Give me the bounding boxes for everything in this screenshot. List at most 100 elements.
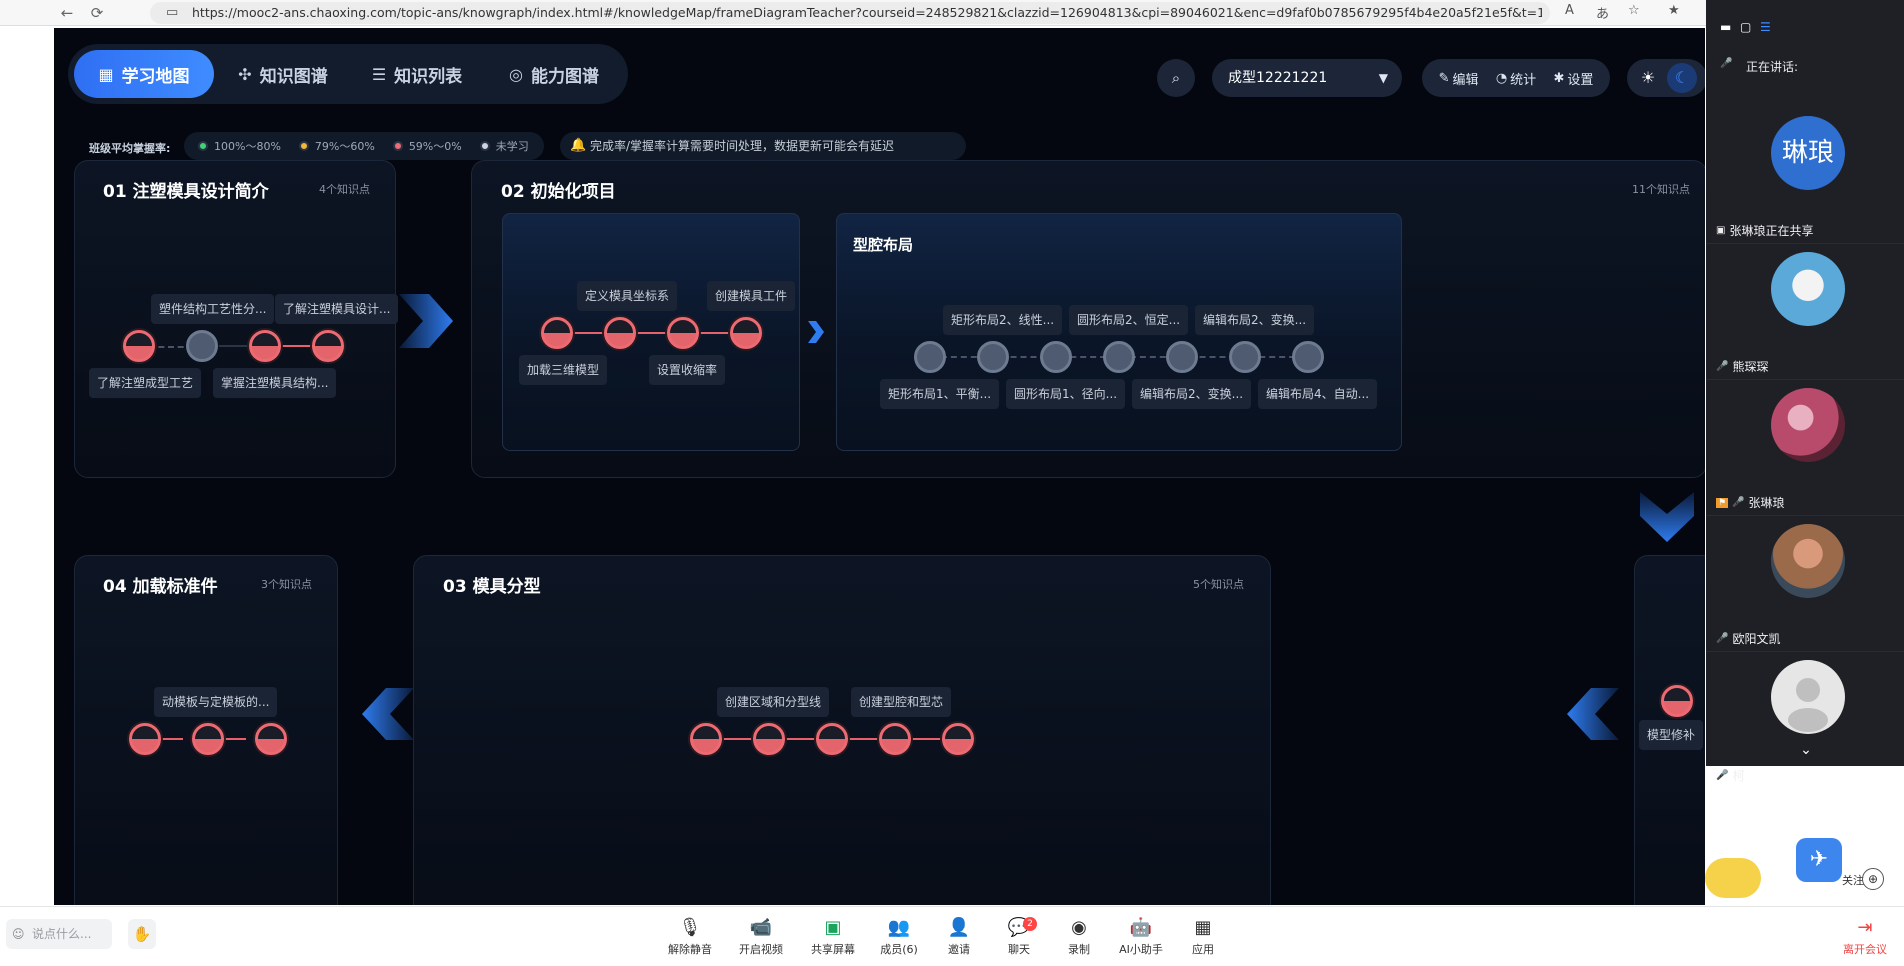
- knowledge-node[interactable]: [690, 723, 722, 755]
- knowledge-node[interactable]: [667, 317, 699, 349]
- knowledge-node[interactable]: [312, 330, 344, 362]
- raise-hand-button[interactable]: ✋: [128, 919, 156, 949]
- knowledge-node[interactable]: [255, 723, 287, 755]
- knowledge-node[interactable]: [123, 330, 155, 362]
- node-label[interactable]: 圆形布局1、径向...: [1006, 379, 1126, 409]
- node-label[interactable]: 矩形布局2、线性...: [943, 305, 1063, 335]
- screen-share-icon: ▣: [1716, 225, 1726, 236]
- minimize-icon[interactable]: ▬: [1720, 20, 1734, 34]
- participant-tile[interactable]: 🎤 欧阳文凯: [1706, 516, 1904, 652]
- knowledge-node[interactable]: [249, 330, 281, 362]
- settings-button[interactable]: ✱ 设置: [1553, 69, 1593, 88]
- node-label[interactable]: 编辑布局2、变换...: [1132, 379, 1252, 409]
- layout-list-icon[interactable]: ☰: [1760, 20, 1774, 34]
- knowledge-node[interactable]: [186, 330, 218, 362]
- avatar: 琳琅: [1771, 116, 1845, 190]
- participant-tile[interactable]: 🎤 熊琛琛: [1706, 244, 1904, 380]
- knowledge-node[interactable]: [1103, 341, 1135, 373]
- node-label[interactable]: 模型修补: [1639, 720, 1704, 750]
- knowledge-node[interactable]: [541, 317, 573, 349]
- chat-button[interactable]: 💬 2 聊天: [989, 915, 1049, 963]
- address-bar[interactable]: ▭ https://mooc2-ans.chaoxing.com/topic-a…: [150, 2, 1550, 24]
- stats-button[interactable]: ◔ 统计: [1496, 69, 1536, 88]
- knowledge-node[interactable]: [977, 341, 1009, 373]
- knowledge-node[interactable]: [879, 723, 911, 755]
- start-video-button[interactable]: 📹 开启视频: [731, 915, 791, 963]
- participant-tile[interactable]: 琳琅 ▣ 张琳琅正在共享: [1706, 108, 1904, 244]
- knowledge-group[interactable]: 定义模具坐标系 创建模具工件 加载三维模型 设置收缩率: [502, 213, 800, 451]
- node-label[interactable]: 创建区域和分型线: [717, 687, 830, 717]
- apps-button[interactable]: ▦ 应用: [1173, 915, 1233, 963]
- node-label[interactable]: 动模板与定模板的...: [154, 687, 278, 717]
- node-label[interactable]: 创建型腔和型芯: [851, 687, 952, 717]
- node-label[interactable]: 编辑布局2、变换...: [1195, 305, 1315, 335]
- members-button[interactable]: 👥 成员(6): [869, 915, 929, 963]
- moon-icon[interactable]: ☾: [1667, 63, 1697, 93]
- button-label: 邀请: [948, 943, 970, 956]
- node-label[interactable]: 定义模具坐标系: [577, 281, 678, 311]
- record-button[interactable]: ◉ 录制: [1049, 915, 1109, 963]
- knowledge-group-cavity-layout[interactable]: 型腔布局 矩形布局2、线性... 圆形布局2、恒定... 编辑布局2、变换...…: [836, 213, 1402, 451]
- knowledge-node[interactable]: [942, 723, 974, 755]
- ai-mascot-icon[interactable]: [1705, 858, 1761, 898]
- node-label[interactable]: 了解注塑模具设计...: [275, 294, 399, 324]
- knowledge-map-app: ▦ 学习地图 ✣ 知识图谱 ☰ 知识列表 ◎ 能力图谱 ⌕ 成型12221221…: [54, 28, 1705, 905]
- share-screen-button[interactable]: ▣ 共享屏幕: [803, 915, 863, 963]
- knowledge-node[interactable]: [816, 723, 848, 755]
- knowledge-node[interactable]: [1661, 685, 1693, 717]
- mic-off-icon: 🎤: [1720, 58, 1733, 69]
- tab-knowledge-graph[interactable]: ✣ 知识图谱: [218, 50, 348, 98]
- reload-icon[interactable]: ⟳: [86, 2, 108, 24]
- read-aloud-icon[interactable]: A: [1565, 3, 1574, 18]
- search-button[interactable]: ⌕: [1157, 59, 1195, 97]
- knowledge-node[interactable]: [604, 317, 636, 349]
- chapter-card-01[interactable]: 01 注塑模具设计简介 4个知识点 塑件结构工艺性分... 了解注塑模具设计..…: [74, 160, 399, 478]
- chat-input[interactable]: ☺ 说点什么...: [6, 919, 112, 949]
- back-icon[interactable]: ←: [56, 2, 78, 24]
- node-label[interactable]: 创建模具工件: [707, 281, 796, 311]
- knowledge-node[interactable]: [1229, 341, 1261, 373]
- favorites-list-icon[interactable]: ★: [1668, 3, 1680, 18]
- node-label[interactable]: 掌握注塑模具结构...: [213, 368, 337, 398]
- node-label[interactable]: 了解注塑成型工艺: [89, 368, 202, 398]
- node-label[interactable]: 加载三维模型: [519, 355, 608, 385]
- knowledge-node[interactable]: [1040, 341, 1072, 373]
- unmute-button[interactable]: 🎙 解除静音: [660, 915, 720, 963]
- knowledge-node[interactable]: [1166, 341, 1198, 373]
- sun-icon[interactable]: ☀: [1633, 63, 1663, 93]
- favorite-icon[interactable]: ☆: [1628, 3, 1640, 18]
- tab-ability-graph[interactable]: ◎ 能力图谱: [486, 50, 622, 98]
- participant-tile[interactable]: ⚑ 🎤 张琳琅: [1706, 380, 1904, 516]
- class-select[interactable]: 成型12221221 ▼: [1212, 59, 1402, 97]
- edit-button[interactable]: ✎ 编辑: [1439, 69, 1479, 88]
- node-label[interactable]: 设置收缩率: [649, 355, 726, 385]
- node-label[interactable]: 编辑布局4、自动...: [1258, 379, 1378, 409]
- tab-knowledge-list[interactable]: ☰ 知识列表: [352, 50, 482, 98]
- chapter-card-05[interactable]: 模型修补: [1634, 555, 1705, 905]
- knowledge-node[interactable]: [129, 723, 161, 755]
- follow-label[interactable]: 关注: [1842, 872, 1864, 888]
- node-label[interactable]: 塑件结构工艺性分...: [151, 294, 275, 324]
- emoji-icon[interactable]: ☺: [12, 919, 25, 949]
- node-label[interactable]: 矩形布局1、平衡...: [880, 379, 1000, 409]
- chapter-card-02[interactable]: 02 初始化项目 11个知识点 定义模具坐标系 创建模具工件 加载三维模型 设置…: [471, 160, 1705, 478]
- ai-assistant-button[interactable]: 🤖 AI小助手: [1111, 915, 1171, 963]
- knowledge-node[interactable]: [192, 723, 224, 755]
- chapter-card-03[interactable]: 03 模具分型 5个知识点 创建区域和分型线 创建型腔和型芯: [413, 555, 1271, 905]
- leave-meeting-button[interactable]: ⇥ 离开会议: [1830, 915, 1900, 963]
- collapse-chevron-icon[interactable]: ⌄: [1781, 742, 1831, 760]
- knowledge-node[interactable]: [1292, 341, 1324, 373]
- map-icon: ▦: [98, 64, 114, 84]
- zoom-in-icon[interactable]: ⊕: [1862, 868, 1884, 890]
- node-label[interactable]: 圆形布局2、恒定...: [1069, 305, 1189, 335]
- knowledge-node[interactable]: [914, 341, 946, 373]
- knowledge-node[interactable]: [730, 317, 762, 349]
- chapter-card-04[interactable]: 04 加载标准件 3个知识点 动模板与定模板的...: [74, 555, 338, 905]
- site-info-icon[interactable]: ▭: [166, 5, 178, 20]
- bird-logo-icon[interactable]: ✈: [1796, 838, 1842, 882]
- invite-button[interactable]: 👤 邀请: [929, 915, 989, 963]
- window-icon[interactable]: ▢: [1740, 20, 1754, 34]
- knowledge-node[interactable]: [753, 723, 785, 755]
- translate-icon[interactable]: あ: [1596, 3, 1609, 22]
- tab-learning-map[interactable]: ▦ 学习地图: [74, 50, 214, 98]
